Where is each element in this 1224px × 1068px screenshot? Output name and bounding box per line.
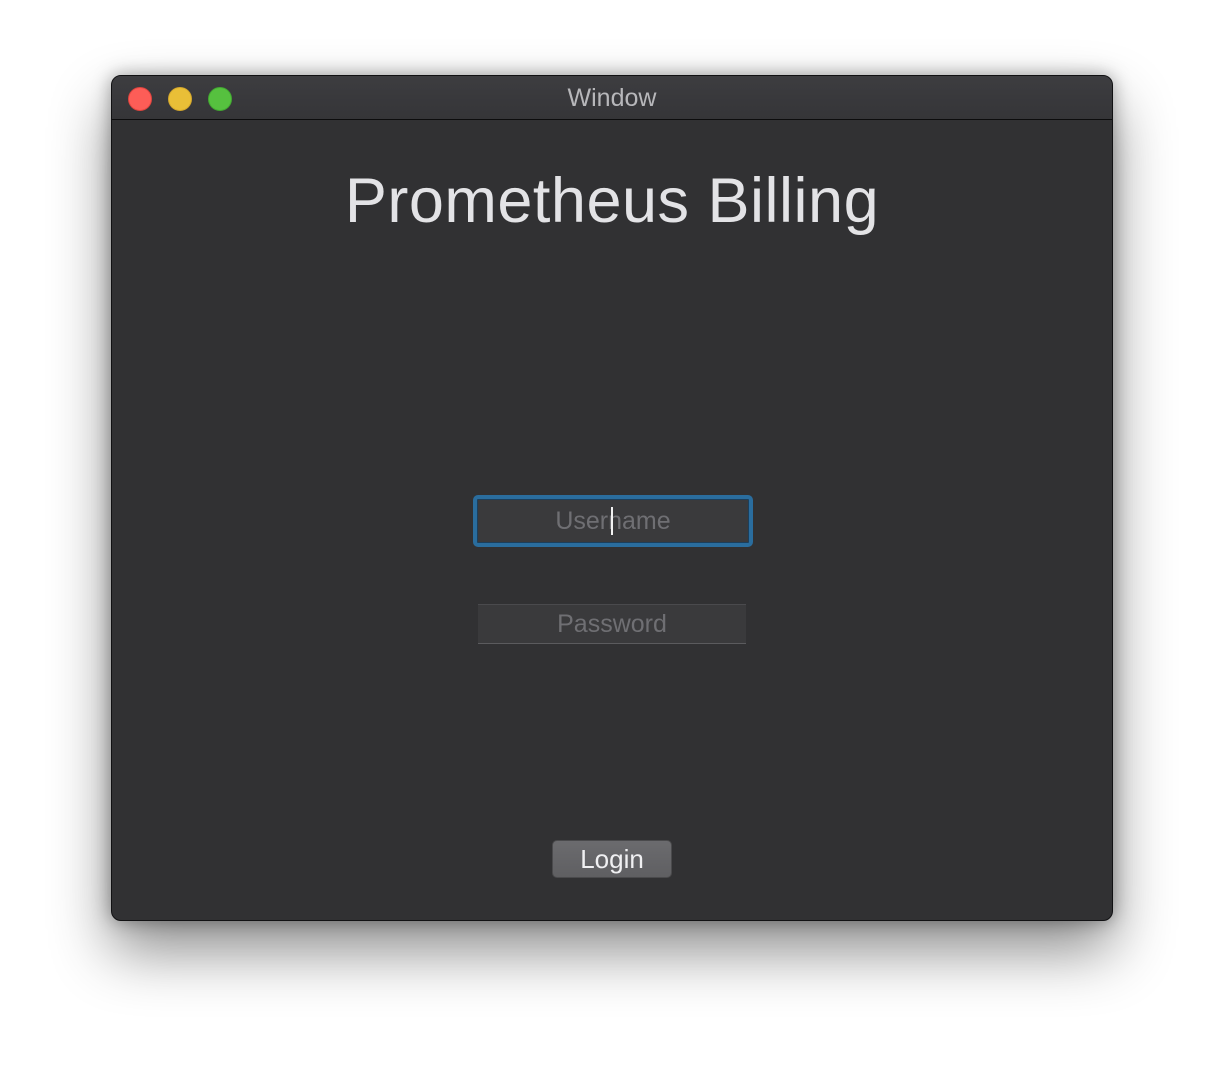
window-title: Window — [567, 84, 657, 112]
login-button[interactable]: Login — [552, 840, 672, 878]
text-caret — [611, 507, 613, 535]
close-traffic-light-icon[interactable] — [128, 87, 152, 111]
app-window: Window Prometheus Billing Username Passw… — [111, 75, 1113, 921]
title-bar[interactable]: Window — [112, 76, 1112, 120]
username-field[interactable]: Username — [473, 495, 753, 547]
zoom-traffic-light-icon[interactable] — [208, 87, 232, 111]
minimize-traffic-light-icon[interactable] — [168, 87, 192, 111]
password-field[interactable]: Password — [478, 604, 746, 644]
app-title: Prometheus Billing — [344, 166, 880, 236]
password-placeholder: Password — [557, 609, 667, 638]
username-placeholder: Username — [477, 499, 749, 543]
